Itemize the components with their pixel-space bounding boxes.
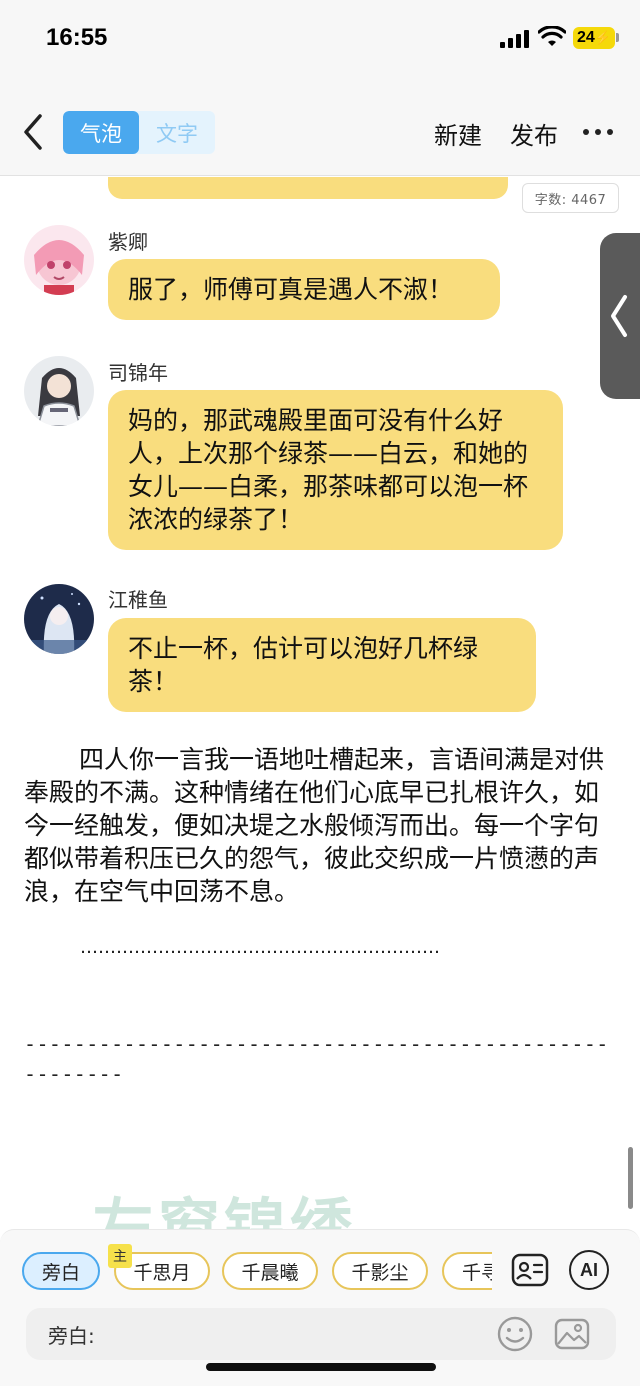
scrollbar-thumb[interactable] [628,1147,633,1209]
emoji-icon[interactable] [496,1315,534,1353]
battery-indicator: 24 ⚡ [573,27,615,49]
bottom-input-bar: 旁白 千思月 千晨曦 千影尘 千寻 主 AI 旁白: [0,1229,640,1386]
cellular-signal-icon [500,30,532,48]
publish-button[interactable]: 发布 [510,116,558,151]
word-count-badge: 字数: 4467 [522,183,619,213]
ai-button[interactable]: AI [569,1250,609,1290]
ellipsis-divider: …………………………………………………… [80,937,440,958]
status-bar: 16:55 24 ⚡ [0,0,640,80]
status-time: 16:55 [46,24,108,51]
home-indicator [206,1363,436,1371]
character-chip[interactable]: 千影尘 [332,1252,428,1290]
wifi-icon [538,26,566,46]
mode-segmented-control: 气泡 文字 [63,111,215,154]
sender-name: 江稚鱼 [108,588,168,612]
nav-bar: 气泡 文字 新建 发布 [0,80,640,176]
character-chip-row[interactable]: 旁白 千思月 千晨曦 千影尘 千寻 主 [0,1230,492,1310]
new-button[interactable]: 新建 [434,116,482,151]
tab-bubble[interactable]: 气泡 [63,111,139,154]
battery-level: 24 [577,29,595,46]
character-chip[interactable]: 千寻 [442,1252,492,1290]
message-bubble[interactable]: 不止一杯，估计可以泡好几杯绿茶！ [108,618,536,712]
battery-tip [616,33,619,42]
dialogue-input[interactable]: 旁白: [26,1308,616,1360]
message-bubble[interactable]: 服了，师傅可真是遇人不淑！ [108,259,500,320]
character-chip-narrator[interactable]: 旁白 [22,1252,100,1290]
side-panel-chevron-icon [611,295,627,337]
side-panel-tab[interactable] [600,233,640,399]
watermark-logo: 左窗锦绣 [92,1191,357,1229]
character-chip[interactable]: 千晨曦 [222,1252,318,1290]
narration-paragraph[interactable]: 四人你一言我一语地吐槽起来，言语间满是对供奉殿的不满。这种情绪在他们心底早已扎根… [24,743,616,908]
message-bubble[interactable]: 妈的，那武魂殿里面可没有什么好人，上次那个绿茶——白云，和她的女儿——白柔，那茶… [108,390,563,550]
story-content[interactable]: 字数: 4467 紫卿 服了，师傅可真是遇人不淑！ 司锦年 妈的，那武魂殿里面可… [0,177,640,1229]
input-speaker-label: 旁白: [48,1324,95,1348]
avatar[interactable] [24,584,94,654]
more-icon[interactable] [583,129,613,137]
previous-message-bubble[interactable] [108,177,508,199]
avatar[interactable] [24,225,94,295]
back-icon[interactable] [20,112,50,152]
dashed-divider: ----------------------------------------… [24,1032,609,1086]
image-icon[interactable] [553,1315,591,1353]
main-character-tag: 主 [108,1244,132,1268]
sender-name: 紫卿 [108,230,148,254]
character-card-icon[interactable] [510,1250,550,1290]
tab-text[interactable]: 文字 [139,111,215,154]
sender-name: 司锦年 [108,361,168,385]
avatar[interactable] [24,356,94,426]
